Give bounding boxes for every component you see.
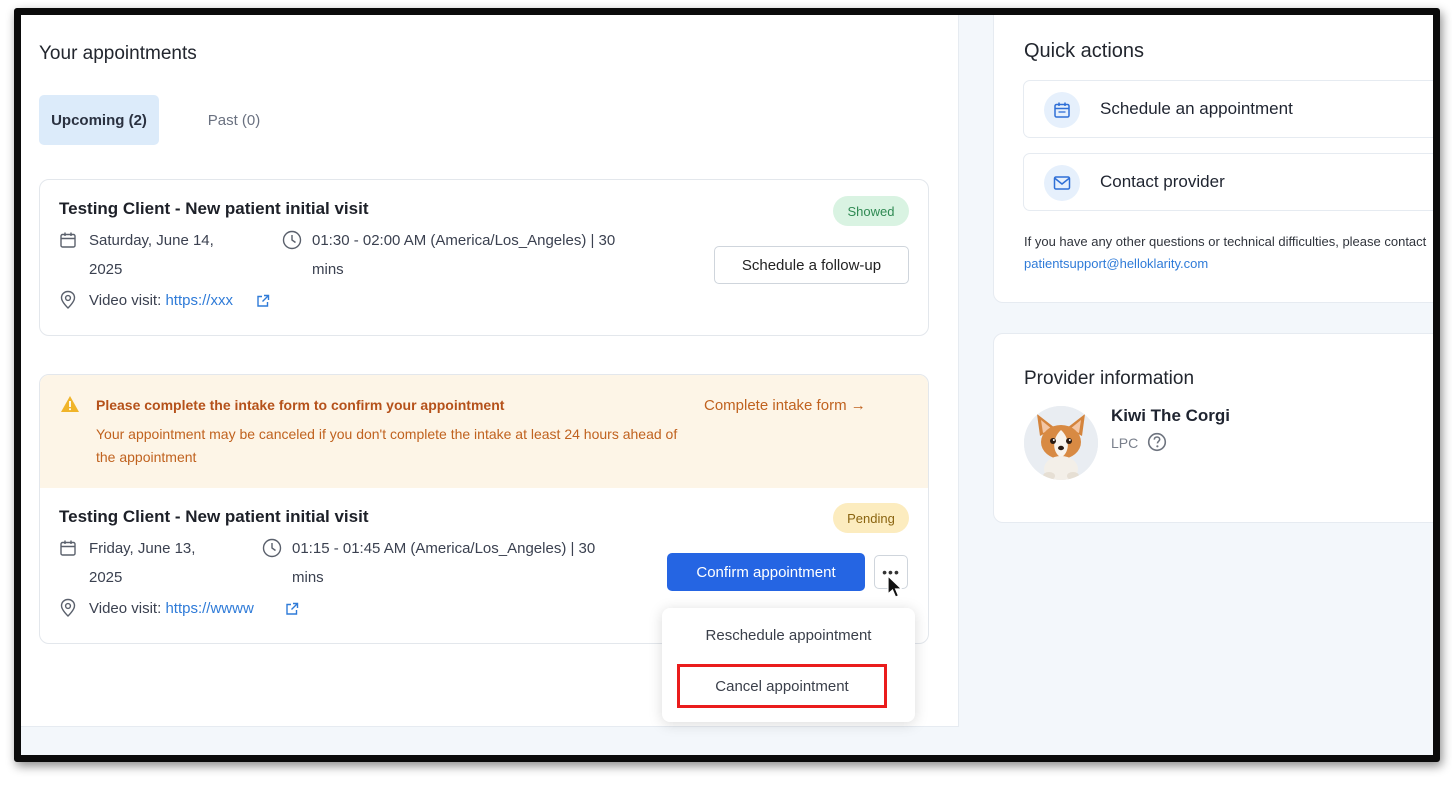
video-visit: Video visit: https://xxx: [89, 292, 233, 309]
quick-actions-panel: Quick actions Schedule an appointment Co…: [993, 15, 1433, 303]
appointment-date: Friday, June 13, 2025: [89, 540, 196, 586]
provider-information-panel: Provider information Kiwi The Corgi LPC: [993, 333, 1433, 523]
provider-credential: LPC: [1111, 435, 1139, 451]
location-icon: [60, 290, 76, 309]
schedule-appointment-label: Schedule an appointment: [1100, 99, 1293, 118]
complete-intake-form-link[interactable]: Complete intake form →: [704, 397, 866, 414]
external-link-icon[interactable]: [256, 294, 270, 308]
help-circle-icon[interactable]: [1147, 432, 1167, 452]
reschedule-appointment-item[interactable]: Reschedule appointment: [662, 627, 915, 644]
appointment-date: Saturday, June 14, 2025: [89, 232, 214, 278]
video-visit: Video visit: https://wwww: [89, 600, 254, 617]
tab-past[interactable]: Past (0): [189, 95, 279, 145]
mail-icon: [1044, 165, 1080, 201]
contact-provider-label: Contact provider: [1100, 172, 1225, 191]
quick-actions-title: Quick actions: [1024, 40, 1145, 62]
provider-name: Kiwi The Corgi: [1111, 406, 1230, 425]
section-title: Your appointments: [39, 43, 197, 64]
calendar-icon: [60, 540, 76, 556]
schedule-follow-up-button[interactable]: Schedule a follow-up: [714, 246, 909, 284]
calendar-icon: [1044, 92, 1080, 128]
warning-icon: [61, 396, 79, 412]
tab-upcoming[interactable]: Upcoming (2): [39, 95, 159, 145]
provider-avatar: [1024, 406, 1098, 480]
app-window: Your appointments Upcoming (2) Past (0) …: [14, 8, 1440, 762]
status-badge: Showed: [833, 196, 909, 226]
status-badge: Pending: [833, 503, 909, 533]
provider-information-title: Provider information: [1024, 368, 1195, 389]
contact-provider-action[interactable]: Contact provider: [1023, 153, 1433, 211]
clock-icon: [282, 230, 302, 250]
appointment-title: Testing Client - New patient initial vis…: [59, 507, 369, 526]
warning-title: Please complete the intake form to confi…: [96, 397, 505, 413]
appointment-time: 01:30 - 02:00 AM (America/Los_Angeles) |…: [312, 232, 616, 278]
schedule-appointment-action[interactable]: Schedule an appointment: [1023, 80, 1433, 138]
location-icon: [60, 598, 76, 617]
appointment-options-menu: Reschedule appointment Cancel appointmen…: [662, 608, 915, 722]
appointment-card: Please complete the intake form to confi…: [39, 374, 929, 644]
cancel-appointment-item[interactable]: Cancel appointment: [677, 664, 887, 708]
external-link-icon[interactable]: [285, 602, 299, 616]
confirm-appointment-button[interactable]: Confirm appointment: [667, 553, 865, 591]
mouse-cursor-icon: [887, 575, 903, 598]
calendar-icon: [60, 232, 76, 248]
support-email-link[interactable]: patientsupport@helloklarity.com: [1024, 256, 1208, 271]
video-visit-link[interactable]: https://xxx: [165, 292, 233, 309]
appointment-card: Testing Client - New patient initial vis…: [39, 179, 929, 336]
appointment-title: Testing Client - New patient initial vis…: [59, 199, 369, 218]
video-visit-link[interactable]: https://wwww: [165, 600, 253, 617]
support-help-text: If you have any other questions or techn…: [1024, 234, 1427, 271]
intake-warning: Please complete the intake form to confi…: [40, 375, 928, 488]
appointment-time: 01:15 - 01:45 AM (America/Los_Angeles) |…: [292, 540, 596, 586]
clock-icon: [262, 538, 282, 558]
warning-description: Your appointment may be canceled if you …: [96, 426, 678, 465]
